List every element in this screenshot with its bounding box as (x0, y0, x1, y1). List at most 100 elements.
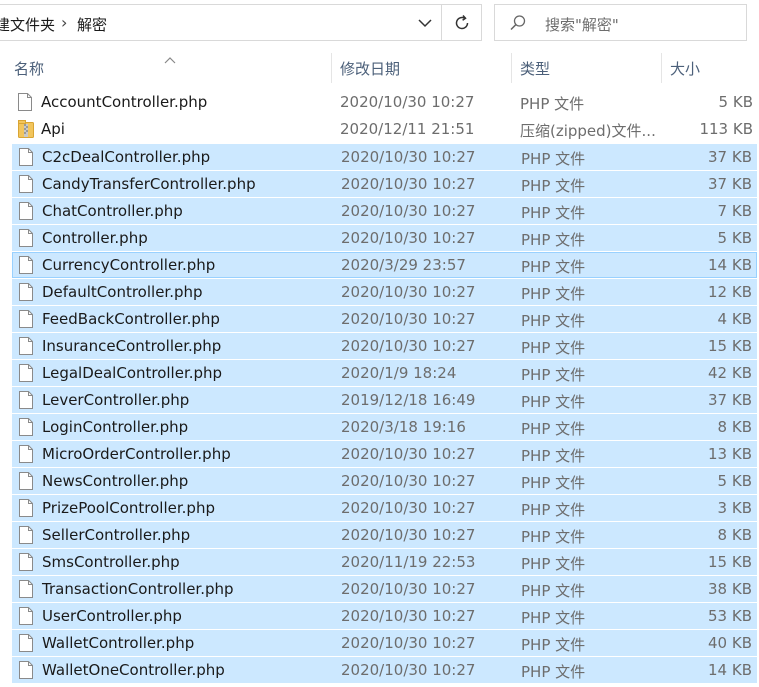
php-file-icon (19, 526, 33, 544)
file-row[interactable]: TransactionController.php 2020/10/30 10:2… (12, 576, 757, 602)
file-type: PHP 文件 (521, 609, 586, 627)
file-name: CurrencyController.php (42, 256, 216, 274)
column-name[interactable]: 名称 (14, 58, 44, 79)
file-type: PHP 文件 (521, 177, 586, 195)
file-name: Controller.php (42, 229, 148, 247)
file-row[interactable]: FeedBackController.php 2020/10/30 10:27 PH… (12, 306, 757, 332)
file-size: 5 KB (718, 93, 753, 111)
file-date: 2020/10/30 10:27 (341, 499, 476, 517)
file-date: 2020/10/30 10:27 (341, 580, 476, 598)
file-size: 37 KB (708, 391, 752, 409)
column-type[interactable]: 类型 (520, 58, 550, 79)
php-file-icon (19, 607, 33, 625)
file-row[interactable]: InsuranceController.php 2020/10/30 10:27 P… (12, 333, 757, 359)
file-row[interactable]: WalletOneController.php 2020/10/30 10:27 P… (12, 657, 757, 683)
search-box[interactable]: 搜索"解密" (494, 4, 747, 41)
file-row[interactable]: C2cDealController.php 2020/10/30 10:27 PHP… (12, 144, 757, 170)
file-row[interactable]: AccountController.php 2020/10/30 10:27 PHP… (12, 90, 757, 116)
file-type: PHP 文件 (521, 312, 586, 330)
file-type: PHP 文件 (521, 447, 586, 465)
file-name: FeedBackController.php (42, 310, 220, 328)
search-input[interactable]: 搜索"解密" (545, 14, 619, 35)
file-size: 7 KB (717, 202, 752, 220)
refresh-icon[interactable] (442, 5, 481, 40)
file-size: 8 KB (717, 418, 752, 436)
file-row[interactable]: DefaultController.php 2020/10/30 10:27 PHP… (12, 279, 757, 305)
php-file-icon (19, 634, 33, 652)
breadcrumb-separator-icon[interactable]: › (61, 13, 67, 32)
php-file-icon (19, 310, 33, 328)
file-type: PHP 文件 (521, 528, 586, 546)
file-name: C2cDealController.php (42, 148, 211, 166)
file-name: AccountController.php (41, 93, 208, 111)
file-name: PrizePoolController.php (42, 499, 215, 517)
file-name: LoginController.php (42, 418, 189, 436)
php-file-icon (19, 364, 33, 382)
file-type: PHP 文件 (521, 420, 586, 438)
file-date: 2020/3/18 19:16 (341, 418, 466, 436)
file-size: 53 KB (708, 607, 752, 625)
file-name: DefaultController.php (42, 283, 203, 301)
file-date: 2020/10/30 10:27 (341, 607, 476, 625)
file-size: 40 KB (708, 634, 752, 652)
breadcrumb-current[interactable]: 解密 (77, 14, 107, 35)
file-row[interactable]: LegalDealController.php 2020/1/9 18:24 PHP… (12, 360, 757, 386)
column-size[interactable]: 大小 (670, 58, 700, 79)
file-name: MicroOrderController.php (42, 445, 231, 463)
column-date[interactable]: 修改日期 (340, 58, 400, 79)
file-row[interactable]: SellerController.php 2020/10/30 10:27 PHP … (12, 522, 757, 548)
file-row[interactable]: UserController.php 2020/10/30 10:27 PHP 文件… (12, 603, 757, 629)
php-file-icon (19, 553, 33, 571)
file-date: 2020/10/30 10:27 (341, 175, 476, 193)
file-type: PHP 文件 (521, 231, 586, 249)
file-date: 2020/10/30 10:27 (341, 148, 476, 166)
file-row[interactable]: MicroOrderController.php 2020/10/30 10:27… (12, 441, 757, 467)
php-file-icon (19, 580, 33, 598)
column-divider[interactable] (661, 53, 662, 83)
file-row[interactable]: WalletController.php 2020/10/30 10:27 PHP … (12, 630, 757, 656)
file-size: 113 KB (699, 120, 753, 138)
file-name: TransactionController.php (42, 580, 234, 598)
breadcrumb-parent[interactable]: 建文件夹 (0, 14, 55, 35)
file-row[interactable]: ChatController.php 2020/10/30 10:27 PHP 文件… (12, 198, 757, 224)
file-date: 2020/3/29 23:57 (341, 256, 466, 274)
file-row[interactable]: Controller.php 2020/10/30 10:27 PHP 文件 5 KB (12, 225, 757, 251)
file-type: PHP 文件 (521, 474, 586, 492)
file-row[interactable]: LeverController.php 2019/12/18 16:49 PHP 文… (12, 387, 757, 413)
file-size: 14 KB (708, 256, 752, 274)
php-file-icon (19, 256, 33, 274)
file-size: 5 KB (717, 229, 752, 247)
file-name: LegalDealController.php (42, 364, 223, 382)
column-divider[interactable] (331, 53, 332, 83)
file-date: 2020/1/9 18:24 (341, 364, 457, 382)
file-date: 2020/10/30 10:27 (341, 445, 476, 463)
file-size: 4 KB (717, 310, 752, 328)
file-type: PHP 文件 (521, 636, 586, 654)
file-row[interactable]: LoginController.php 2020/3/18 19:16 PHP 文件… (12, 414, 757, 440)
php-file-icon (19, 472, 33, 490)
file-row[interactable]: CurrencyController.php 2020/3/29 23:57 PHP… (12, 252, 757, 278)
file-row[interactable]: Api 2020/12/11 21:51 压缩(zipped)文件... 113 KB (12, 117, 757, 143)
file-type: PHP 文件 (521, 339, 586, 357)
file-date: 2020/10/30 10:27 (341, 229, 476, 247)
php-file-icon (19, 148, 33, 166)
file-size: 14 KB (708, 661, 752, 679)
chevron-down-icon[interactable] (407, 5, 442, 40)
file-size: 38 KB (708, 580, 752, 598)
file-date: 2020/11/19 22:53 (341, 553, 476, 571)
php-file-icon (19, 391, 33, 409)
php-file-icon (19, 283, 33, 301)
file-type: PHP 文件 (521, 204, 586, 222)
file-size: 15 KB (708, 553, 752, 571)
file-row[interactable]: SmsController.php 2020/11/19 22:53 PHP 文件 1… (12, 549, 757, 575)
file-type: PHP 文件 (520, 95, 585, 113)
file-type: PHP 文件 (521, 150, 586, 168)
file-row[interactable]: CandyTransferController.php 2020/10/30 10… (12, 171, 757, 197)
file-size: 5 KB (717, 472, 752, 490)
file-row[interactable]: PrizePoolController.php 2020/10/30 10:27 P… (12, 495, 757, 521)
file-name: Api (41, 120, 65, 138)
address-bar[interactable]: 建文件夹 › 解密 (0, 4, 482, 41)
file-date: 2020/10/30 10:27 (340, 93, 475, 111)
file-row[interactable]: NewsController.php 2020/10/30 10:27 PHP 文件… (12, 468, 757, 494)
column-divider[interactable] (511, 53, 512, 83)
